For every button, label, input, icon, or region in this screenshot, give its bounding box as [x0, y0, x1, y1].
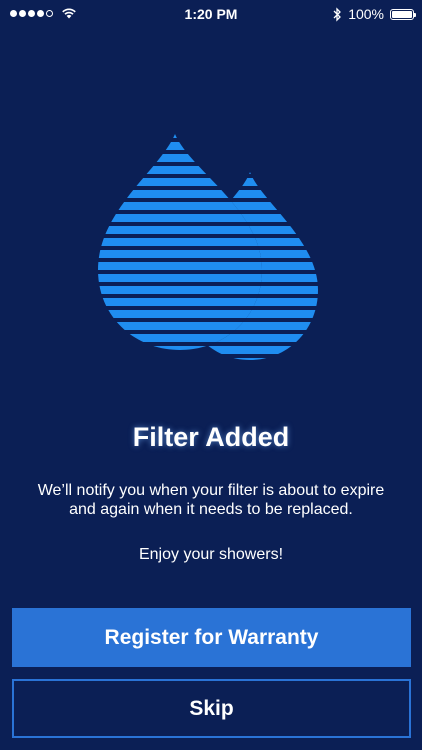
register-warranty-button[interactable]: Register for Warranty — [12, 608, 411, 667]
enjoy-message: Enjoy your showers! — [138, 546, 284, 563]
water-drops-icon — [98, 134, 318, 360]
bluetooth-icon — [333, 6, 342, 22]
status-right: 100% — [332, 6, 416, 22]
skip-button[interactable]: Skip — [12, 679, 411, 738]
battery-percentage: 100% — [348, 6, 384, 22]
page-title: Filter Added — [132, 422, 290, 452]
battery-icon — [390, 8, 416, 20]
status-bar: 1:20 PM 100% — [0, 0, 422, 28]
notification-message: We’ll notify you when your filter is abo… — [37, 482, 385, 518]
